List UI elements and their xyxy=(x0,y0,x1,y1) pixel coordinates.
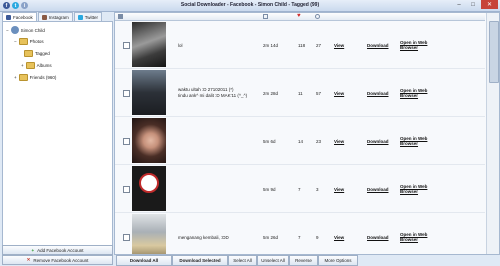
network-tabs: Facebook Instagram Twitter xyxy=(2,12,103,21)
folder-icon xyxy=(18,74,28,81)
download-link[interactable]: Download xyxy=(367,139,389,144)
table-row[interactable]: waktu ultah :D 27102011 (*) Iindu ank^ m… xyxy=(115,69,485,117)
view-link[interactable]: View xyxy=(334,235,344,240)
calendar-icon[interactable] xyxy=(263,14,268,19)
vertical-scrollbar[interactable] xyxy=(486,13,499,254)
no-smoking-sign xyxy=(139,173,159,193)
expand-icon[interactable]: + xyxy=(14,75,17,80)
comments-count: 3 xyxy=(316,187,319,192)
photo-caption: menganang kembali, :DD xyxy=(178,235,229,240)
photo-caption: waktu ultah :D 27102011 (*) xyxy=(178,87,234,92)
table-row[interactable]: lol 2m 14d 118 27 View Download Open in … xyxy=(115,21,485,69)
collapse-icon[interactable]: − xyxy=(14,39,17,44)
photo-age: 5m 9d xyxy=(263,187,276,192)
view-link[interactable]: View xyxy=(334,187,344,192)
photo-list: ♥ lol 2m 14d 118 27 View Download Open i… xyxy=(114,12,500,255)
expand-icon[interactable]: + xyxy=(21,63,24,68)
window-title: Social Downloader - Facebook - Simon Chi… xyxy=(180,2,320,8)
comment-icon[interactable] xyxy=(315,14,320,19)
scrollbar-thumb[interactable] xyxy=(489,21,499,83)
photo-thumbnail[interactable] xyxy=(132,166,166,211)
heart-icon[interactable]: ♥ xyxy=(297,13,302,19)
download-link[interactable]: Download xyxy=(367,235,389,240)
tree-item-tagged[interactable]: Tagged xyxy=(24,50,50,57)
likes-count: 14 xyxy=(298,139,304,144)
folder-icon xyxy=(24,50,33,57)
comments-count: 9 xyxy=(316,235,319,240)
open-browser-link[interactable]: Browser xyxy=(400,93,418,98)
list-view-icon[interactable] xyxy=(118,14,123,19)
plus-icon: + xyxy=(31,247,35,253)
select-checkbox[interactable] xyxy=(123,186,130,193)
tree-item-user[interactable]: − Simon Child xyxy=(6,26,45,34)
comments-count: 23 xyxy=(316,139,322,144)
select-checkbox[interactable] xyxy=(123,90,130,97)
close-button[interactable]: ✕ xyxy=(481,0,498,9)
download-selected-button[interactable]: Download Selected xyxy=(172,255,228,266)
folder-icon xyxy=(25,62,35,69)
likes-count: 118 xyxy=(298,43,306,48)
photo-thumbnail[interactable] xyxy=(132,70,166,115)
remove-icon: ✕ xyxy=(26,257,31,262)
user-avatar-icon xyxy=(10,26,19,34)
view-link[interactable]: View xyxy=(334,139,344,144)
comments-count: 57 xyxy=(316,91,322,96)
account-tree: − Simon Child − Photos Tagged + Albums +… xyxy=(2,21,113,246)
unselect-all-button[interactable]: Unselect All xyxy=(257,255,289,266)
download-link[interactable]: Download xyxy=(367,91,389,96)
instagram-icon xyxy=(41,14,47,20)
likes-count: 7 xyxy=(298,187,301,192)
likes-count: 11 xyxy=(298,91,303,96)
collapse-icon[interactable]: − xyxy=(6,28,9,33)
remove-account-button[interactable]: ✕ Remove Facebook Account xyxy=(2,255,113,265)
table-row[interactable]: menganang kembali, :DD 5m 26d 7 9 View D… xyxy=(115,213,485,254)
column-header: ♥ xyxy=(115,13,485,21)
reverse-button[interactable]: Reverse xyxy=(289,255,318,266)
select-all-button[interactable]: Select All xyxy=(228,255,257,266)
photo-thumbnail[interactable] xyxy=(132,214,166,254)
title-bar: f t i Social Downloader - Facebook - Sim… xyxy=(0,0,500,12)
folder-icon xyxy=(18,38,28,45)
open-browser-link[interactable]: Browser xyxy=(400,189,418,194)
view-link[interactable]: View xyxy=(334,91,344,96)
photo-age: 2m 28d xyxy=(263,91,279,96)
tab-instagram[interactable]: Instagram xyxy=(37,12,73,21)
open-browser-link[interactable]: Browser xyxy=(400,141,418,146)
facebook-icon xyxy=(6,14,11,20)
open-browser-link[interactable]: Browser xyxy=(400,45,418,50)
tree-item-photos[interactable]: − Photos xyxy=(14,38,44,45)
select-checkbox[interactable] xyxy=(123,138,130,145)
add-account-button[interactable]: + Add Facebook Account xyxy=(2,245,113,255)
photo-age: 5m 6d xyxy=(263,139,276,144)
photo-caption: lol xyxy=(178,43,183,48)
minimize-button[interactable]: – xyxy=(452,0,466,9)
table-row[interactable]: 5m 6d 14 23 View Download Open in Web Br… xyxy=(115,117,485,165)
photo-age: 5m 26d xyxy=(263,235,279,240)
tab-twitter[interactable]: Twitter xyxy=(73,12,103,21)
tree-item-albums[interactable]: + Albums xyxy=(21,62,52,69)
open-browser-link[interactable]: Browser xyxy=(400,237,418,242)
select-checkbox[interactable] xyxy=(123,42,130,49)
twitter-icon xyxy=(77,14,83,20)
comments-count: 27 xyxy=(316,43,322,48)
download-all-button[interactable]: Download All xyxy=(116,255,172,266)
photo-caption: Iindu ank^ mi dalit :D MAK'11 (^_^) xyxy=(178,93,248,98)
view-link[interactable]: View xyxy=(334,43,344,48)
photo-thumbnail[interactable] xyxy=(132,22,166,67)
more-options-button[interactable]: More Options xyxy=(318,255,358,266)
photo-thumbnail[interactable] xyxy=(132,118,166,163)
photo-age: 2m 14d xyxy=(263,43,279,48)
download-link[interactable]: Download xyxy=(367,187,389,192)
tree-item-friends[interactable]: + Friends (960) xyxy=(14,74,56,81)
download-link[interactable]: Download xyxy=(367,43,389,48)
select-checkbox[interactable] xyxy=(123,234,130,241)
likes-count: 7 xyxy=(298,235,301,240)
tab-facebook[interactable]: Facebook xyxy=(2,12,37,21)
maximize-button[interactable]: □ xyxy=(466,0,480,9)
table-row[interactable]: 5m 9d 7 3 View Download Open in Web Brow… xyxy=(115,165,485,213)
